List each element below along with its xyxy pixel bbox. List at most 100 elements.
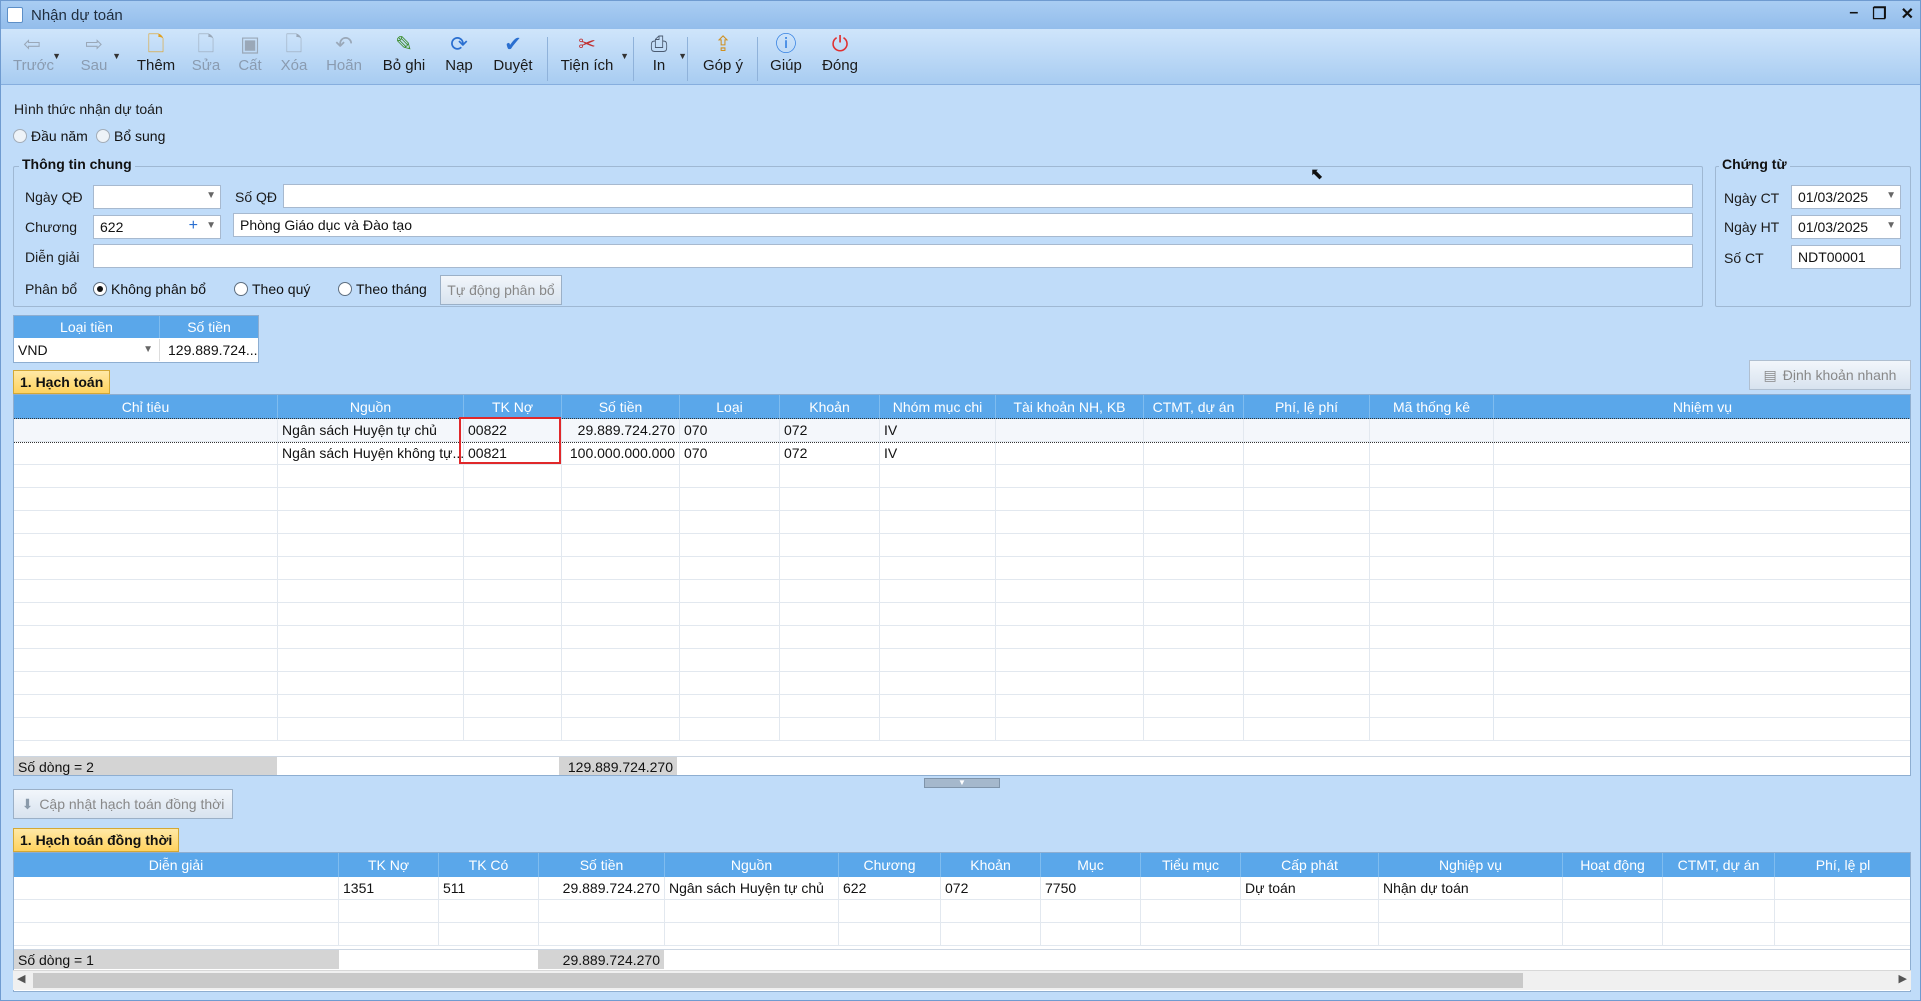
doc-no-input[interactable]: NDT00001 — [1791, 245, 1901, 269]
decision-date-input[interactable]: ▼ — [93, 185, 221, 209]
concurrent-col-header[interactable]: Diễn giải — [14, 853, 339, 877]
concurrent-col-header[interactable]: TK Có — [439, 853, 539, 877]
table-cell[interactable] — [1244, 419, 1370, 441]
table-cell[interactable]: 29.889.724.270 — [539, 877, 665, 899]
concurrent-col-header[interactable]: Mục — [1041, 853, 1141, 877]
scroll-right-icon[interactable]: ▶ — [1899, 972, 1907, 985]
table-cell[interactable] — [1494, 442, 1910, 464]
table-cell[interactable] — [1494, 419, 1910, 441]
chevron-down-icon[interactable]: ▼ — [143, 339, 153, 361]
table-cell[interactable]: Ngân sách Huyện tự chủ — [278, 419, 464, 441]
table-cell[interactable]: 072 — [780, 419, 880, 441]
table-cell[interactable]: IV — [880, 442, 996, 464]
tab-accounting[interactable]: 1. Hạch toán — [13, 370, 111, 394]
chapter-input[interactable]: 622 + ▼ — [93, 215, 221, 239]
radio-supplement[interactable]: Bổ sung — [96, 128, 165, 144]
radio-alloc-month[interactable]: Theo tháng — [338, 281, 427, 297]
accounting-col-header[interactable]: Nguồn — [278, 395, 464, 419]
utilities-button[interactable]: ✂ Tiện ích ▼ — [559, 33, 629, 83]
empty-row[interactable] — [14, 603, 1910, 626]
concurrent-col-header[interactable]: Hoạt động — [1563, 853, 1663, 877]
chevron-down-icon[interactable]: ▼ — [206, 220, 216, 231]
empty-row[interactable] — [14, 718, 1910, 741]
table-cell[interactable] — [1370, 442, 1494, 464]
table-cell[interactable] — [996, 442, 1144, 464]
table-cell[interactable] — [1775, 877, 1910, 899]
empty-row[interactable] — [14, 923, 1910, 946]
accounting-col-header[interactable]: TK Nợ — [464, 395, 562, 419]
empty-row[interactable] — [14, 534, 1910, 557]
save-button[interactable]: ▣ Cất — [236, 33, 264, 83]
table-cell[interactable] — [1370, 419, 1494, 441]
empty-row[interactable] — [14, 465, 1910, 488]
accounting-col-header[interactable]: Phí, lệ phí — [1244, 395, 1370, 419]
table-cell[interactable]: 1351 — [339, 877, 439, 899]
concurrent-col-header[interactable]: Nguồn — [665, 853, 839, 877]
accounting-col-header[interactable]: Mã thống kê — [1370, 395, 1494, 419]
concurrent-col-header[interactable]: Phí, lệ pl — [1775, 853, 1910, 877]
doc-date-input[interactable]: 01/03/2025 ▼ — [1791, 185, 1901, 209]
chevron-down-icon[interactable]: ▼ — [1886, 220, 1896, 231]
reload-button[interactable]: ⟳ Nạp — [443, 33, 475, 83]
concurrent-col-header[interactable]: Khoản — [941, 853, 1041, 877]
concurrent-col-header[interactable]: Tiểu mục — [1141, 853, 1241, 877]
accounting-col-header[interactable]: Số tiền — [562, 395, 680, 419]
table-cell[interactable]: 622 — [839, 877, 941, 899]
print-button[interactable]: ⎙ In ▼ — [645, 33, 687, 83]
update-concurrent-button[interactable]: ⬇ Cập nhật hạch toán đồng thời — [13, 789, 233, 819]
table-cell[interactable] — [1141, 877, 1241, 899]
radio-alloc-quarter[interactable]: Theo quý — [234, 281, 310, 297]
table-cell[interactable]: 070 — [680, 442, 780, 464]
splitter-handle[interactable]: ▼ — [924, 778, 1000, 788]
accounting-col-header[interactable]: CTMT, dự án — [1144, 395, 1244, 419]
accounting-col-header[interactable]: Khoản — [780, 395, 880, 419]
tab-concurrent-accounting[interactable]: 1. Hạch toán đồng thời — [13, 828, 180, 852]
description-input[interactable] — [93, 244, 1693, 268]
table-cell[interactable] — [14, 877, 339, 899]
horizontal-scrollbar[interactable]: ◀ ▶ — [13, 970, 1911, 990]
quick-entry-button[interactable]: ▤ Định khoản nhanh — [1749, 360, 1911, 390]
empty-row[interactable] — [14, 488, 1910, 511]
table-cell[interactable]: Ngân sách Huyện tự chủ — [665, 877, 839, 899]
table-cell[interactable] — [996, 419, 1144, 441]
table-cell[interactable]: Nhận dự toán — [1379, 877, 1563, 899]
table-row[interactable]: 1351 511 29.889.724.270 Ngân sách Huyện tự … — [14, 877, 1910, 900]
undo-button[interactable]: ↶ Hoãn — [325, 33, 363, 83]
table-cell[interactable]: 072 — [780, 442, 880, 464]
unpost-button[interactable]: ✎ Bỏ ghi — [381, 33, 427, 83]
next-button[interactable]: ⇨ Sau ▼ — [77, 33, 121, 83]
table-cell[interactable]: 100.000.000.000 — [562, 442, 680, 464]
table-row[interactable]: Ngân sách Huyện không tự... 00821 100.000.… — [14, 442, 1910, 465]
currency-type-select[interactable]: VND ▼ — [14, 339, 160, 361]
concurrent-col-header[interactable]: CTMT, dự án — [1663, 853, 1775, 877]
empty-row[interactable] — [14, 626, 1910, 649]
table-cell[interactable]: 511 — [439, 877, 539, 899]
post-date-input[interactable]: 01/03/2025 ▼ — [1791, 215, 1901, 239]
empty-row[interactable] — [14, 511, 1910, 534]
empty-row[interactable] — [14, 695, 1910, 718]
table-cell[interactable]: Dự toán — [1241, 877, 1379, 899]
close-window-icon[interactable]: ✕ — [1901, 4, 1914, 24]
chevron-down-icon[interactable]: ▼ — [1886, 190, 1896, 201]
accounting-col-header[interactable]: Nhóm mục chi — [880, 395, 996, 419]
concurrent-col-header[interactable]: Số tiền — [539, 853, 665, 877]
empty-row[interactable] — [14, 557, 1910, 580]
accounting-col-header[interactable]: Nhiệm vụ — [1494, 395, 1910, 419]
chevron-down-icon[interactable]: ▼ — [206, 190, 216, 201]
table-cell[interactable] — [1144, 419, 1244, 441]
empty-row[interactable] — [14, 649, 1910, 672]
accounting-col-header[interactable]: Tài khoản NH, KB — [996, 395, 1144, 419]
concurrent-col-header[interactable]: Cấp phát — [1241, 853, 1379, 877]
radio-alloc-none[interactable]: Không phân bổ — [93, 281, 206, 297]
restore-icon[interactable]: ❐ — [1872, 4, 1886, 24]
minimize-icon[interactable]: – — [1849, 4, 1858, 24]
edit-button[interactable]: 🗋 Sửa — [191, 33, 221, 83]
radio-start-year[interactable]: Đầu năm — [13, 128, 88, 144]
table-cell[interactable] — [1663, 877, 1775, 899]
table-cell[interactable]: 7750 — [1041, 877, 1141, 899]
table-row[interactable]: Ngân sách Huyện tự chủ 00822 29.889.724.27… — [14, 418, 1910, 443]
concurrent-col-header[interactable]: Chương — [839, 853, 941, 877]
auto-allocate-button[interactable]: Tự động phân bổ — [440, 275, 562, 305]
table-cell[interactable]: Ngân sách Huyện không tự... — [278, 442, 464, 464]
table-cell[interactable]: 072 — [941, 877, 1041, 899]
